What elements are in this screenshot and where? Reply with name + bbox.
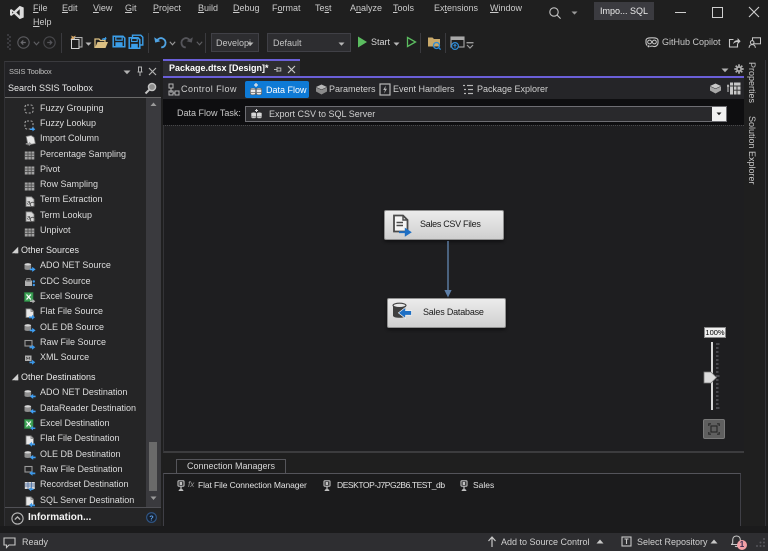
svg-text:?: ? (149, 513, 154, 522)
